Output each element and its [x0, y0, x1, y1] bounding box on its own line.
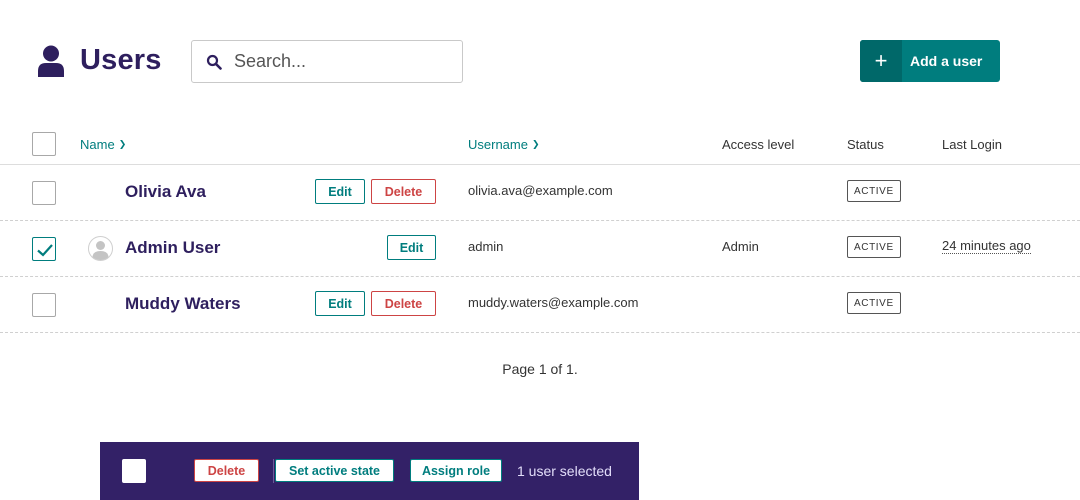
table-row: Admin User Edit admin Admin ACTIVE 24 mi… — [0, 221, 1080, 277]
row-checkbox[interactable] — [32, 237, 56, 261]
status-badge: ACTIVE — [847, 180, 901, 202]
divider — [273, 459, 274, 483]
page-title: Users — [80, 44, 162, 76]
column-header-name[interactable]: Name ❯ — [80, 137, 126, 152]
column-header-username[interactable]: Username ❯ — [468, 137, 540, 152]
assign-role-button[interactable]: Assign role — [410, 459, 502, 482]
column-header-last-login: Last Login — [942, 137, 1002, 152]
column-header-status: Status — [847, 137, 884, 152]
avatar — [88, 236, 113, 261]
search-input[interactable] — [234, 51, 444, 72]
pagination-text: Page 1 of 1. — [502, 361, 578, 377]
delete-button[interactable]: Delete — [371, 291, 436, 316]
table-header: Name ❯ Username ❯ Access level Status Last… — [0, 122, 1080, 165]
delete-button[interactable]: Delete — [371, 179, 436, 204]
select-all-checkbox[interactable] — [32, 132, 56, 156]
user-name[interactable]: Muddy Waters — [125, 294, 241, 314]
checkmark-icon — [37, 244, 53, 257]
set-active-state-button[interactable]: Set active state — [275, 459, 394, 482]
plus-icon: + — [860, 40, 902, 82]
access-level-cell: Admin — [722, 239, 759, 254]
edit-button[interactable]: Edit — [387, 235, 436, 260]
username-cell: olivia.ava@example.com — [468, 183, 613, 198]
bulk-actions-bar: Delete Set active state Assign role 1 us… — [100, 442, 639, 500]
row-checkbox[interactable] — [32, 181, 56, 205]
users-table: Name ❯ Username ❯ Access level Status Last… — [0, 122, 1080, 333]
user-name[interactable]: Admin User — [125, 238, 220, 258]
column-header-access-level: Access level — [722, 137, 795, 152]
status-badge: ACTIVE — [847, 236, 901, 258]
chevron-down-icon: ❯ — [531, 139, 540, 149]
user-name[interactable]: Olivia Ava — [125, 182, 206, 202]
chevron-down-icon: ❯ — [118, 139, 127, 149]
selected-count-text: 1 user selected — [517, 463, 612, 479]
status-badge: ACTIVE — [847, 292, 901, 314]
username-cell: muddy.waters@example.com — [468, 295, 639, 310]
search-box[interactable] — [191, 40, 463, 83]
table-row: Olivia Ava Edit Delete olivia.ava@exampl… — [0, 165, 1080, 221]
page-header: Users + Add a user — [0, 0, 1080, 120]
column-username-label: Username — [468, 137, 528, 152]
search-icon — [206, 54, 222, 70]
title-group: Users — [38, 44, 162, 77]
edit-button[interactable]: Edit — [315, 291, 365, 316]
row-checkbox[interactable] — [32, 293, 56, 317]
last-login-cell: 24 minutes ago — [942, 238, 1031, 254]
edit-button[interactable]: Edit — [315, 179, 365, 204]
add-user-button[interactable]: + Add a user — [860, 40, 1000, 82]
username-cell: admin — [468, 239, 504, 254]
table-row: Muddy Waters Edit Delete muddy.waters@ex… — [0, 277, 1080, 333]
add-user-label: Add a user — [910, 53, 983, 69]
bulk-delete-button[interactable]: Delete — [194, 459, 259, 482]
user-icon — [38, 45, 64, 77]
column-name-label: Name — [80, 137, 115, 152]
bulk-select-checkbox[interactable] — [122, 459, 146, 483]
